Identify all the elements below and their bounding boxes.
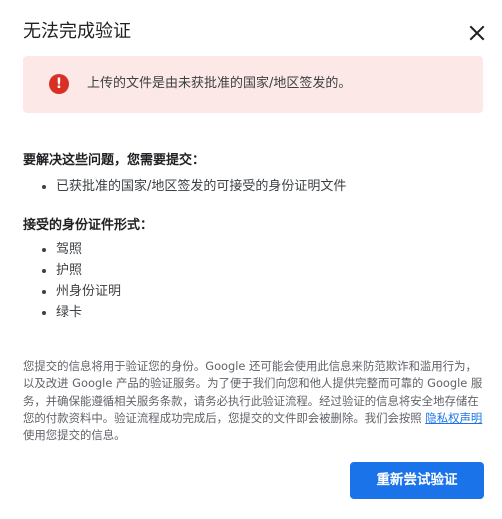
list-item: 州身份证明: [23, 281, 121, 302]
dialog-title: 无法完成验证: [23, 21, 131, 42]
resolve-heading: 要解决这些问题，您需要提交：: [23, 153, 206, 168]
alert-message: 上传的文件是由未获批准的国家/地区签发的。: [87, 76, 352, 91]
list-item: 护照: [23, 260, 121, 281]
accepted-id-list: 驾照 护照 州身份证明 绿卡: [23, 239, 121, 323]
list-item: 绿卡: [23, 302, 121, 323]
notice-text: 您提交的信息将用于验证您的身份。Google 还可能会使用此信息来防范欺诈和滥用…: [23, 359, 483, 425]
retry-verification-button[interactable]: 重新尝试验证: [350, 462, 484, 499]
close-icon: [469, 25, 485, 41]
error-alert: ! 上传的文件是由未获批准的国家/地区签发的。: [23, 56, 483, 113]
list-item: 已获批准的国家/地区签发的可接受的身份证明文件: [23, 176, 346, 197]
privacy-policy-link[interactable]: 隐私权声明: [425, 411, 482, 425]
verification-failed-dialog: 无法完成验证 ! 上传的文件是由未获批准的国家/地区签发的。 要解决这些问题，您…: [0, 0, 502, 519]
resolve-list: 已获批准的国家/地区签发的可接受的身份证明文件: [23, 176, 346, 197]
privacy-notice: 您提交的信息将用于验证您的身份。Google 还可能会使用此信息来防范欺诈和滥用…: [23, 358, 483, 444]
error-icon: !: [49, 74, 69, 94]
accepted-heading: 接受的身份证件形式：: [23, 218, 154, 233]
list-item: 驾照: [23, 239, 121, 260]
close-button[interactable]: [466, 22, 488, 44]
notice-text-end: 使用您提交的信息。: [23, 428, 126, 443]
